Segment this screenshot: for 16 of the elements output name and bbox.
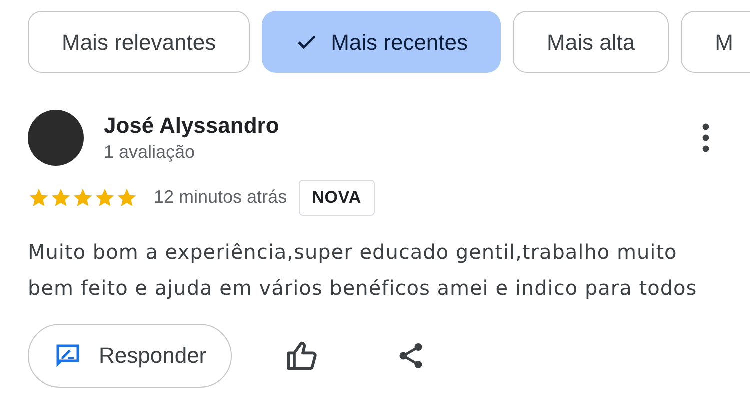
- filter-chip[interactable]: Mais relevantes: [28, 11, 250, 73]
- star-icon: [116, 186, 138, 209]
- reviewer-meta: 1 avaliação: [104, 141, 196, 164]
- star-icon: [28, 186, 50, 209]
- new-badge: NOVA: [299, 180, 375, 216]
- star-icon: [94, 186, 116, 209]
- filter-chip[interactable]: M: [681, 11, 750, 73]
- reply-button[interactable]: Responder: [28, 324, 232, 388]
- review-text: Muito bom a experiência,super educado gentil,trabalho muito bem feito e ajuda em vários benéficos amei e indico para todos: [27, 238, 698, 302]
- review-time: 12 minutos atrás: [154, 186, 288, 210]
- reviewer-name[interactable]: José Alyssandro: [104, 112, 280, 140]
- filter-chip[interactable]: Mais recentes: [262, 11, 502, 73]
- star-icon: [72, 186, 94, 209]
- filter-chip[interactable]: Mais alta: [513, 11, 670, 73]
- star-icon: [50, 186, 72, 209]
- more-options-icon[interactable]: [702, 123, 710, 153]
